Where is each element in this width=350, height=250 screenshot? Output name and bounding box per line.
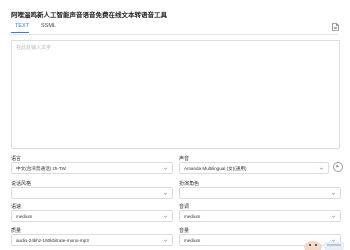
chevron-down-icon — [163, 167, 168, 170]
role-label: 扮演角色 — [179, 181, 200, 187]
language-select[interactable]: 中文(台湾普通话) zh-TW — [11, 162, 173, 174]
editor-tabs: TEXT SSML — [11, 22, 339, 35]
text-input-placeholder: 在此处输入文字 — [16, 45, 52, 51]
chevron-down-icon — [331, 215, 336, 218]
chevron-down-icon — [319, 167, 324, 170]
rate-select[interactable]: medium — [11, 210, 173, 222]
rate-value: medium — [16, 214, 33, 219]
tab-text[interactable]: TEXT — [15, 23, 29, 29]
voice-label: 声音 — [179, 156, 190, 162]
voice-select[interactable]: Amanda Multilingual (女)(通用) — [179, 162, 329, 174]
mascot-icon — [304, 241, 344, 250]
language-label: 语言 — [11, 156, 22, 162]
active-tab-indicator — [11, 32, 29, 33]
play-icon — [336, 164, 340, 168]
style-label: 说话风格 — [11, 181, 32, 187]
chevron-down-icon — [163, 215, 168, 218]
pitch-value: medium — [184, 214, 201, 219]
quality-label: 质量 — [11, 228, 22, 234]
volume-label: 音量 — [179, 228, 190, 234]
chevron-down-icon — [163, 192, 168, 195]
voice-value: Amanda Multilingual (女)(通用) — [184, 166, 247, 171]
language-value: 中文(台湾普通话) zh-TW — [16, 166, 67, 171]
chevron-down-icon — [163, 239, 168, 242]
style-select[interactable] — [11, 187, 173, 199]
document-icon[interactable] — [332, 23, 339, 31]
chevron-down-icon — [331, 192, 336, 195]
tab-ssml[interactable]: SSML — [41, 23, 56, 29]
page-title: 阿哩温鸣新人工智能声音语音免费在线文本转语音工具 — [11, 12, 167, 19]
quality-value: audio-24khz-160kbitrate-mono-mp3 — [16, 238, 89, 243]
role-select[interactable] — [179, 187, 341, 199]
pitch-label: 音调 — [179, 204, 190, 210]
quality-select[interactable]: audio-24khz-160kbitrate-mono-mp3 — [11, 234, 173, 246]
text-input[interactable]: 在此处输入文字 — [11, 40, 340, 149]
play-button[interactable] — [333, 162, 343, 172]
rate-label: 语速 — [11, 204, 22, 210]
volume-value: medium — [184, 238, 201, 243]
pitch-select[interactable]: medium — [179, 210, 341, 222]
